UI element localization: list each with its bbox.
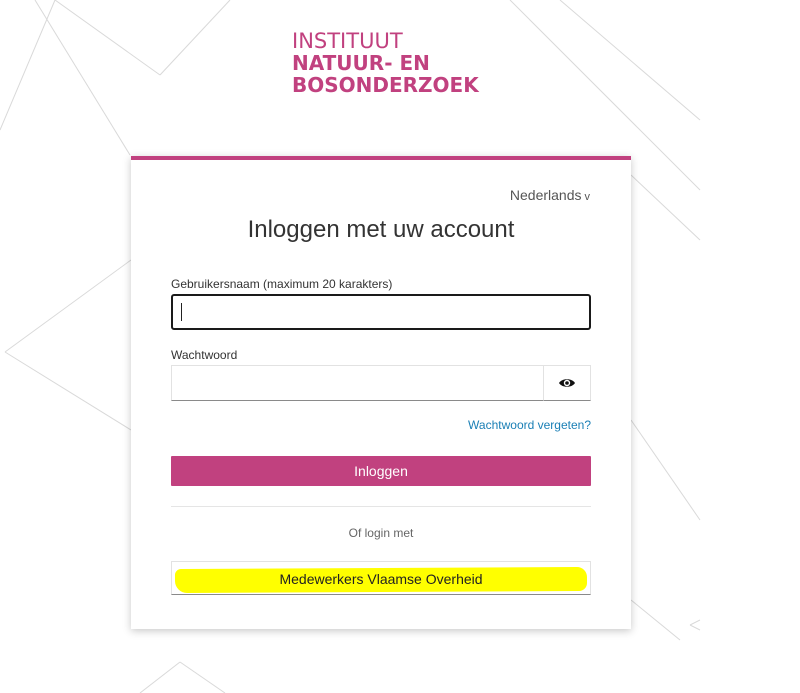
text-cursor [181,303,182,321]
password-input[interactable] [171,365,544,401]
logo-line-2: NATUUR- EN [292,51,430,75]
show-password-button[interactable] [543,365,591,401]
logo-line-1: INSTITUUT [292,29,403,53]
login-page: INSTITUUT NATUUR- EN BOSONDERZOEK Nederl… [0,0,800,693]
logo-line-3: BOSONDERZOEK [292,73,479,97]
language-selector[interactable]: Nederlands v [510,187,590,203]
institute-logo: INSTITUUT NATUUR- EN BOSONDERZOEK [292,30,479,96]
login-card: Nederlands v Inloggen met uw account Gebr… [131,156,631,629]
password-label: Wachtwoord [171,348,238,362]
login-button[interactable]: Inloggen [171,456,591,486]
vlaamse-overheid-login-button[interactable]: Medewerkers Vlaamse Overheid [171,561,591,595]
alt-provider-label: Medewerkers Vlaamse Overheid [279,571,483,587]
forgot-password-link[interactable]: Wachtwoord vergeten? [468,418,591,432]
eye-icon [559,379,575,387]
page-title: Inloggen met uw account [247,216,515,243]
username-input[interactable] [171,294,591,330]
chevron-down-icon: v [584,191,591,203]
language-selected: Nederlands [509,187,582,203]
username-label: Gebruikersnaam (maximum 20 karakters) [171,277,393,291]
divider [171,506,591,507]
or-login-with-label: Of login met [348,526,414,540]
